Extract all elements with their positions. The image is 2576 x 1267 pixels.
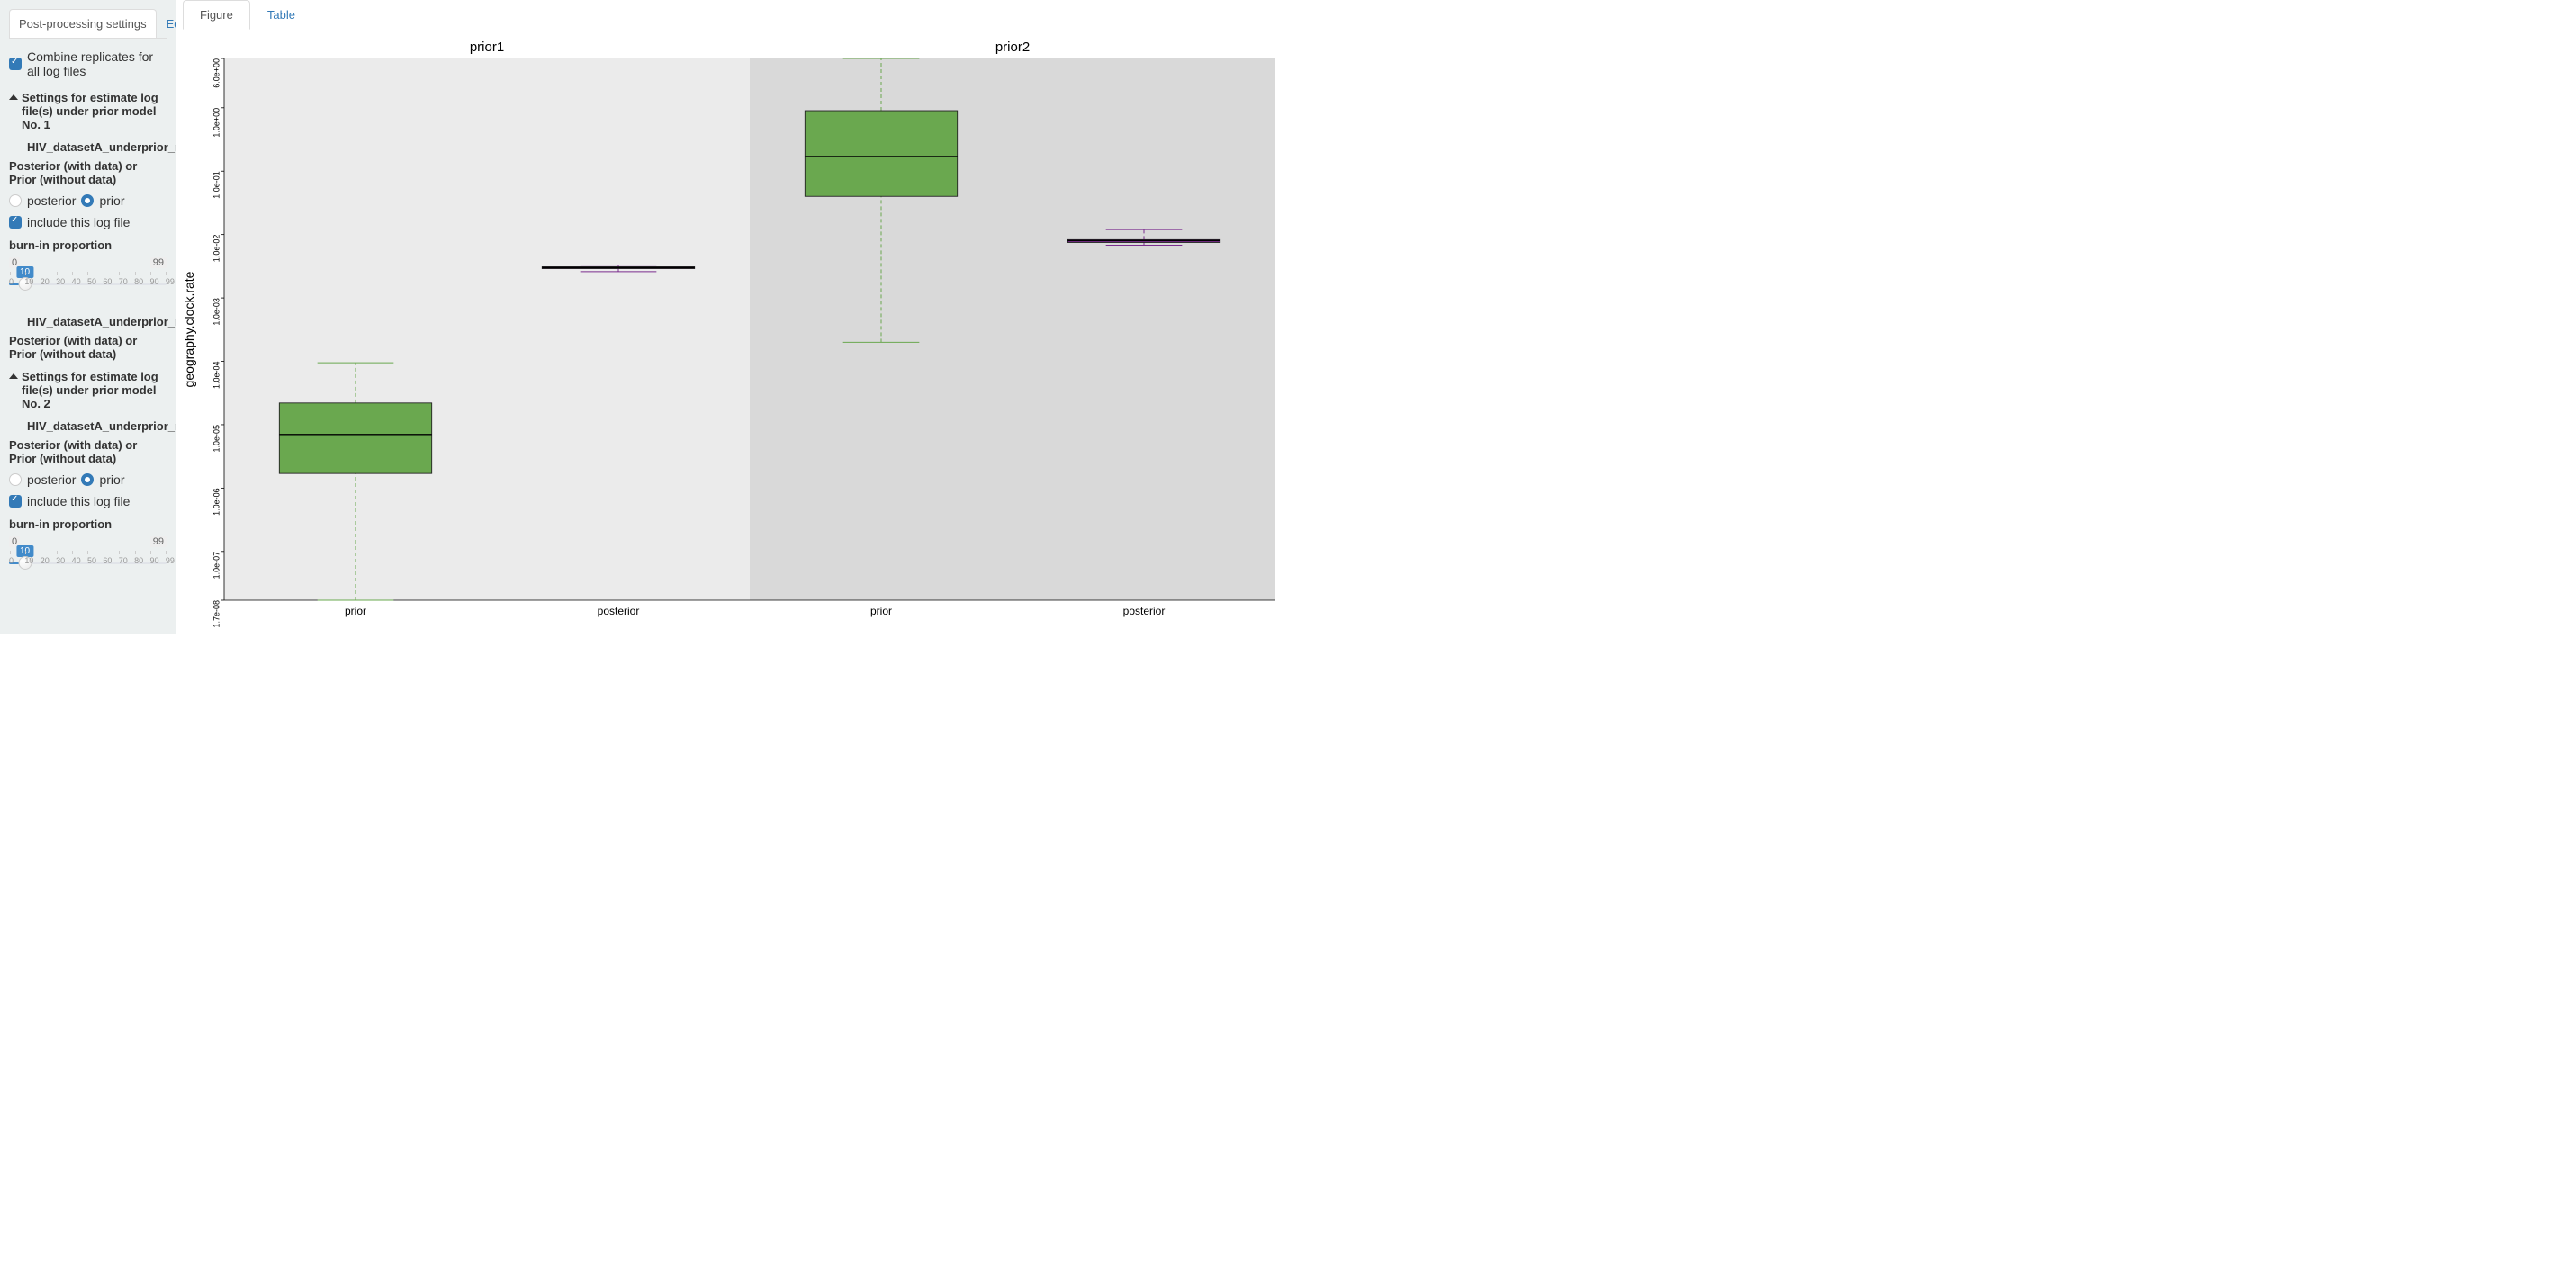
sidebar: Post-processing settings Edit figure or … [0, 0, 176, 634]
svg-text:1.0e-02: 1.0e-02 [212, 235, 221, 263]
burnin-slider-g2f1[interactable]: 0 99 10 010203040506070809099 [9, 535, 167, 585]
svg-text:1.0e-06: 1.0e-06 [212, 488, 221, 516]
include-checkbox-g2f1[interactable] [9, 495, 22, 508]
posterior-prior-heading-2: Posterior (with data) or Prior (without … [9, 334, 167, 361]
slider-max-label: 99 [150, 257, 167, 268]
group-1-title: Settings for estimate log file(s) under … [22, 91, 167, 131]
posterior-prior-heading-3: Posterior (with data) or Prior (without … [9, 438, 167, 465]
burnin-slider-g1f1[interactable]: 0 99 10 010203040506070809099 [9, 256, 167, 306]
include-checkbox-g1f1[interactable] [9, 216, 22, 229]
svg-text:1.0e+00: 1.0e+00 [212, 108, 221, 138]
svg-text:posterior: posterior [1123, 605, 1166, 617]
svg-text:1.0e-04: 1.0e-04 [212, 362, 221, 390]
svg-text:1.0e-05: 1.0e-05 [212, 425, 221, 453]
posterior-prior-heading-1: Posterior (with data) or Prior (without … [9, 159, 167, 186]
radio-row-g1f1: posterior prior [9, 190, 167, 211]
sidebar-tabset: Post-processing settings Edit figure or … [9, 9, 167, 39]
group-2-file-1-name: HIV_datasetA_underprior_run1.log [27, 419, 167, 433]
combine-replicates-label: Combine replicates for all log files [27, 49, 167, 78]
main-panel: Figure Table prior1 prior2 1.7e-08 1.0e-07 1… [176, 0, 1288, 634]
prior-radio-g2f1[interactable] [81, 473, 94, 486]
svg-text:posterior: posterior [598, 605, 640, 617]
tab-post-processing[interactable]: Post-processing settings [9, 9, 157, 38]
burnin-heading-g1f1: burn-in proportion [9, 238, 167, 252]
group-2-title: Settings for estimate log file(s) under … [22, 370, 167, 410]
boxplot-figure: prior1 prior2 1.7e-08 1.0e-07 1.0e-06 1.0e-05… [183, 33, 1281, 627]
svg-text:1.0e-03: 1.0e-03 [212, 298, 221, 326]
main-tabset: Figure Table [183, 0, 1281, 30]
svg-text:1.0e-01: 1.0e-01 [212, 171, 221, 199]
plot-area: prior1 prior2 1.7e-08 1.0e-07 1.0e-06 1.0e-05… [183, 33, 1281, 627]
group-2-heading[interactable]: Settings for estimate log file(s) under … [9, 370, 167, 410]
svg-text:1.7e-08: 1.7e-08 [212, 600, 221, 627]
svg-text:geography.clock.rate: geography.clock.rate [183, 271, 196, 387]
slider-ticks-g1f1: 010203040506070809099 [9, 277, 167, 286]
svg-text:prior: prior [345, 605, 366, 617]
prior-radio-label: prior [99, 472, 124, 487]
posterior-radio-label: posterior [27, 193, 76, 208]
chevron-up-icon [9, 94, 18, 100]
slider-ticks-g2f1: 010203040506070809099 [9, 556, 167, 565]
slider-max-label: 99 [150, 536, 167, 547]
posterior-radio-g1f1[interactable] [9, 194, 22, 207]
combine-replicates-checkbox[interactable] [9, 58, 22, 70]
svg-text:prior2: prior2 [995, 40, 1030, 55]
tab-edit-figure[interactable]: Edit figure or table [157, 9, 176, 38]
posterior-radio-label: posterior [27, 472, 76, 487]
group-1-file-1-name: HIV_datasetA_underprior_run1.log [27, 140, 167, 154]
include-label: include this log file [27, 494, 130, 508]
tab-table[interactable]: Table [250, 0, 312, 30]
include-label: include this log file [27, 215, 130, 229]
svg-text:prior: prior [870, 605, 892, 617]
burnin-heading-g2f1: burn-in proportion [9, 517, 167, 531]
include-row-g1f1: include this log file [9, 211, 167, 233]
svg-text:6.0e+00: 6.0e+00 [212, 58, 221, 88]
prior-radio-g1f1[interactable] [81, 194, 94, 207]
include-row-g2f1: include this log file [9, 490, 167, 512]
svg-text:prior1: prior1 [470, 40, 504, 55]
svg-text:1.0e-07: 1.0e-07 [212, 552, 221, 580]
group-1-heading[interactable]: Settings for estimate log file(s) under … [9, 91, 167, 131]
prior-radio-label: prior [99, 193, 124, 208]
radio-row-g2f1: posterior prior [9, 469, 167, 490]
chevron-up-icon [9, 373, 18, 379]
posterior-radio-g2f1[interactable] [9, 473, 22, 486]
group-1-file-2-name: HIV_datasetA_underprior_run2.log [27, 315, 167, 328]
combine-replicates-row: Combine replicates for all log files [9, 46, 167, 82]
tab-figure[interactable]: Figure [183, 0, 250, 30]
